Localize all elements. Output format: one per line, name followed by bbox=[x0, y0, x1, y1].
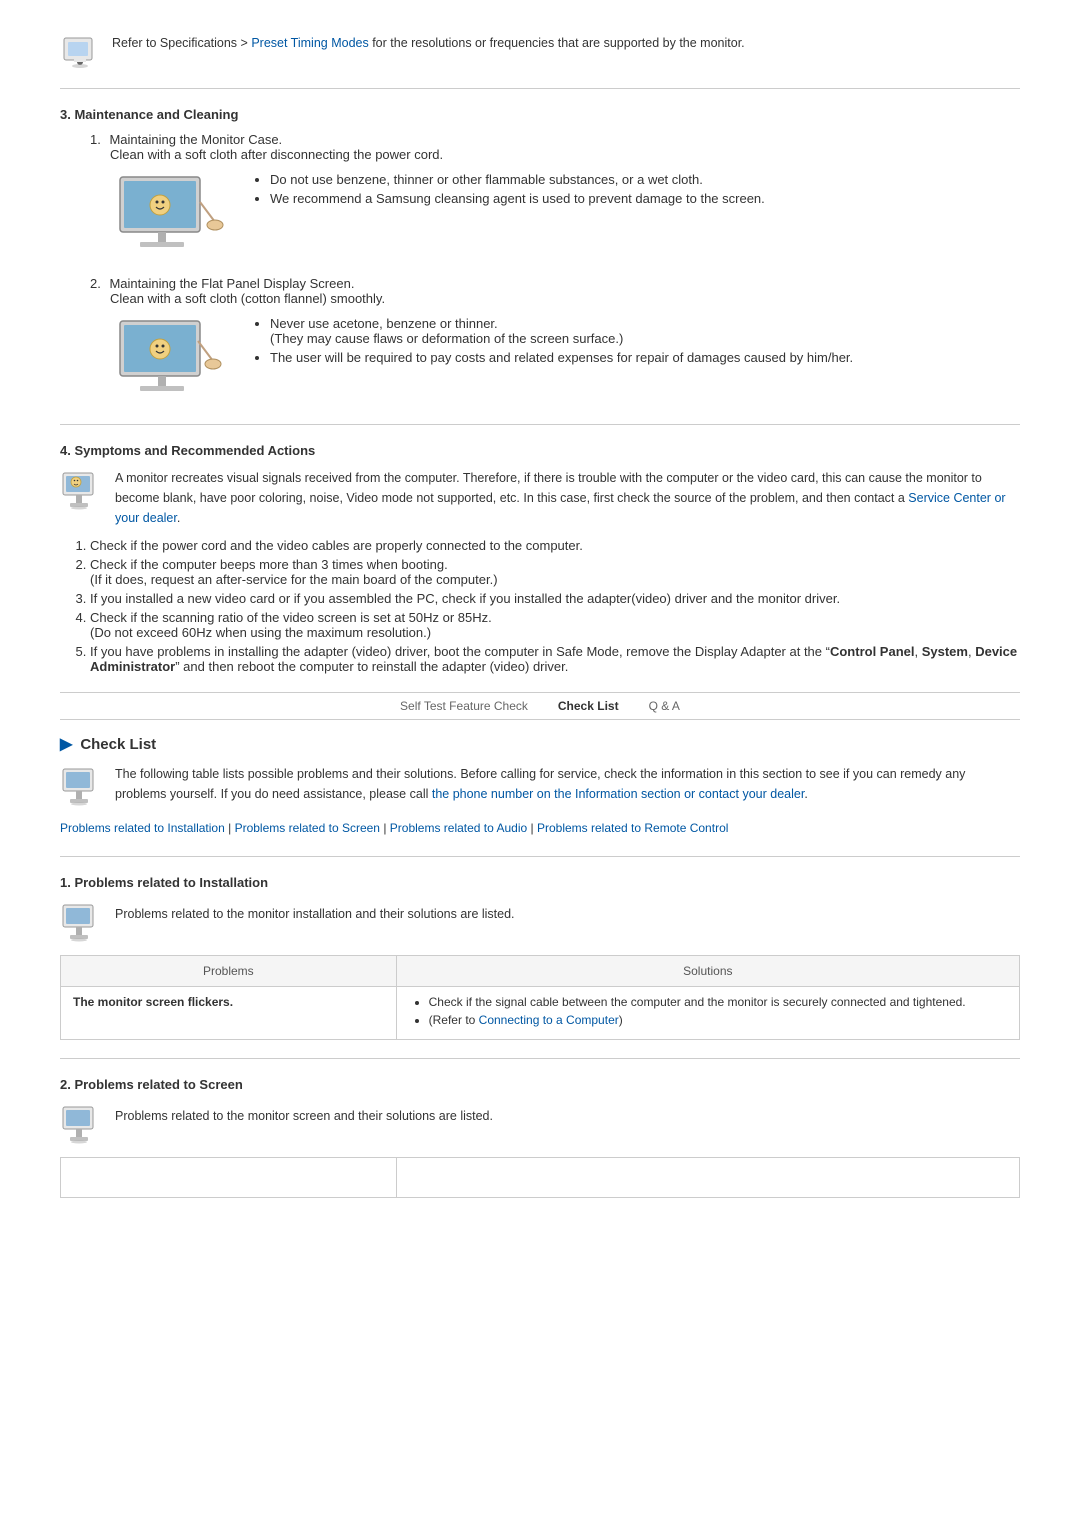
item2-bullet-list: Never use acetone, benzene or thinner. (… bbox=[270, 316, 1020, 365]
checklist-blue-c: ▶ bbox=[60, 734, 72, 754]
top-note-text: Refer to Specifications > Preset Timing … bbox=[112, 30, 745, 53]
symptoms-list: Check if the power cord and the video ca… bbox=[90, 538, 1020, 674]
note-icon bbox=[60, 30, 100, 70]
item1-bullets-container: Do not use benzene, thinner or other fla… bbox=[250, 172, 1020, 210]
connecting-link[interactable]: Connecting to a Computer bbox=[479, 1013, 619, 1027]
section-maintenance: 3. Maintenance and Cleaning 1. Maintaini… bbox=[60, 107, 1020, 406]
table-cell-solution: Check if the signal cable between the co… bbox=[396, 987, 1019, 1040]
problems-installation-intro-row: Problems related to the monitor installa… bbox=[60, 900, 1020, 945]
screen-table-empty-row bbox=[61, 1158, 1020, 1198]
checklist-intro-text: The following table lists possible probl… bbox=[115, 764, 1020, 804]
symptoms-item-2: Check if the computer beeps more than 3 … bbox=[90, 557, 1020, 587]
checklist-section: ▶ Check List The following table lists p… bbox=[60, 734, 1020, 1198]
problems-screen-section: 2. Problems related to Screen Problems r… bbox=[60, 1077, 1020, 1198]
table-col-problems: Problems bbox=[61, 956, 397, 987]
maintenance-item2: 2. Maintaining the Flat Panel Display Sc… bbox=[80, 276, 1020, 406]
item1-sub: Clean with a soft cloth after disconnect… bbox=[110, 147, 443, 162]
item2-bullets-container: Never use acetone, benzene or thinner. (… bbox=[250, 316, 1020, 369]
section-symptoms: 4. Symptoms and Recommended Actions A mo… bbox=[60, 443, 1020, 674]
phone-number-link[interactable]: the phone number on the Information sect… bbox=[432, 787, 804, 801]
solution-bullet-2: (Refer to Connecting to a Computer) bbox=[429, 1013, 1007, 1027]
link-screen[interactable]: Problems related to Screen bbox=[235, 821, 380, 835]
item1-bullet-2: We recommend a Samsung cleansing agent i… bbox=[270, 191, 1020, 206]
item1-bullet-1: Do not use benzene, thinner or other fla… bbox=[270, 172, 1020, 187]
nav-checklist[interactable]: Check List bbox=[558, 699, 619, 713]
problems-installation-title: 1. Problems related to Installation bbox=[60, 875, 1020, 890]
symptoms-item-1: Check if the power cord and the video ca… bbox=[90, 538, 1020, 553]
item1-title: Maintaining the Monitor Case. bbox=[109, 132, 282, 147]
section4-intro-row: A monitor recreates visual signals recei… bbox=[60, 468, 1020, 528]
monitor-illustration-2 bbox=[110, 316, 230, 406]
item2-title: Maintaining the Flat Panel Display Scree… bbox=[109, 276, 354, 291]
link-installation[interactable]: Problems related to Installation bbox=[60, 821, 225, 835]
item2-bullet-1: Never use acetone, benzene or thinner. (… bbox=[270, 316, 1020, 346]
section3-title: 3. Maintenance and Cleaning bbox=[60, 107, 1020, 122]
checklist-icon bbox=[60, 764, 105, 809]
divider-3 bbox=[60, 856, 1020, 857]
checklist-links-row: Problems related to Installation | Probl… bbox=[60, 819, 1020, 838]
problems-installation-intro: Problems related to the monitor installa… bbox=[115, 900, 515, 924]
solution-bullets: Check if the signal cable between the co… bbox=[429, 995, 1007, 1027]
top-note: Refer to Specifications > Preset Timing … bbox=[60, 30, 1020, 70]
screen-table-cell-2 bbox=[396, 1158, 1019, 1198]
maintenance-item1: 1. Maintaining the Monitor Case. Clean w… bbox=[80, 132, 1020, 262]
problems-screen-title: 2. Problems related to Screen bbox=[60, 1077, 1020, 1092]
table-cell-problem: The monitor screen flickers. bbox=[61, 987, 397, 1040]
maintenance-item2-content: Never use acetone, benzene or thinner. (… bbox=[110, 316, 1020, 406]
preset-timing-link[interactable]: Preset Timing Modes bbox=[251, 36, 368, 50]
nav-bar: Self Test Feature Check Check List Q & A bbox=[60, 692, 1020, 720]
problems-screen-icon bbox=[60, 1102, 105, 1147]
monitor-illustration-1 bbox=[110, 172, 230, 262]
solution-bullet-1: Check if the signal cable between the co… bbox=[429, 995, 1007, 1009]
nav-qa[interactable]: Q & A bbox=[649, 699, 680, 713]
table-col-solutions: Solutions bbox=[396, 956, 1019, 987]
item2-bullet-2: The user will be required to pay costs a… bbox=[270, 350, 1020, 365]
item2-sub: Clean with a soft cloth (cotton flannel)… bbox=[110, 291, 385, 306]
problems-screen-intro: Problems related to the monitor screen a… bbox=[115, 1102, 493, 1126]
checklist-header: ▶ Check List bbox=[60, 734, 1020, 754]
symptoms-item-5: If you have problems in installing the a… bbox=[90, 644, 1020, 674]
checklist-title: Check List bbox=[80, 736, 156, 753]
link-audio[interactable]: Problems related to Audio bbox=[390, 821, 527, 835]
problems-installation-icon bbox=[60, 900, 105, 945]
installation-table: Problems Solutions The monitor screen fl… bbox=[60, 955, 1020, 1040]
nav-self-test[interactable]: Self Test Feature Check bbox=[400, 699, 528, 713]
service-center-link[interactable]: Service Center or your dealer bbox=[115, 491, 1006, 525]
symptoms-item-4: Check if the scanning ratio of the video… bbox=[90, 610, 1020, 640]
divider-2 bbox=[60, 424, 1020, 425]
item1-bullet-list: Do not use benzene, thinner or other fla… bbox=[270, 172, 1020, 206]
screen-table bbox=[60, 1157, 1020, 1198]
link-remote[interactable]: Problems related to Remote Control bbox=[537, 821, 728, 835]
symptoms-item-3: If you installed a new video card or if … bbox=[90, 591, 1020, 606]
table-row: The monitor screen flickers. Check if th… bbox=[61, 987, 1020, 1040]
maintenance-item1-content: Do not use benzene, thinner or other fla… bbox=[110, 172, 1020, 262]
checklist-intro-row: The following table lists possible probl… bbox=[60, 764, 1020, 809]
section4-title: 4. Symptoms and Recommended Actions bbox=[60, 443, 1020, 458]
section4-intro-text: A monitor recreates visual signals recei… bbox=[115, 468, 1020, 528]
problems-screen-intro-row: Problems related to the monitor screen a… bbox=[60, 1102, 1020, 1147]
screen-table-cell-1 bbox=[61, 1158, 397, 1198]
divider-4 bbox=[60, 1058, 1020, 1059]
problems-installation-section: 1. Problems related to Installation Prob… bbox=[60, 875, 1020, 1040]
divider-1 bbox=[60, 88, 1020, 89]
section4-icon bbox=[60, 468, 105, 513]
